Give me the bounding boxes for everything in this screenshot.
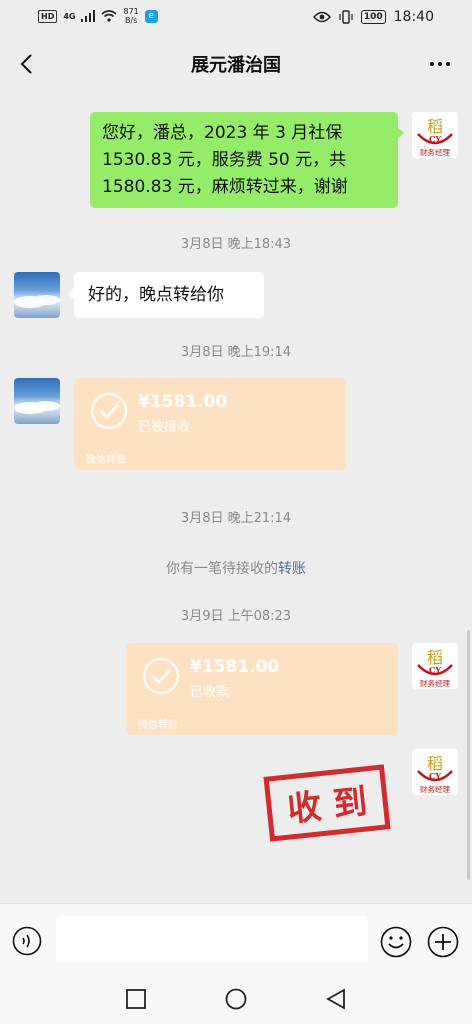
stamp-text: 收 到 xyxy=(286,782,370,830)
sky-image-icon xyxy=(14,401,60,414)
transfer-card-sent[interactable]: ¥1581.00 已收款 微信转账 xyxy=(126,643,398,735)
app-notification-icon: e xyxy=(144,9,158,23)
notice-transfer-link[interactable]: 转账 xyxy=(278,561,306,577)
bubble-tail xyxy=(396,126,404,140)
avatar-label: 财务经理 xyxy=(420,784,450,794)
timestamp: 3月8日 晚上21:14 xyxy=(180,511,292,526)
net-speed: 871 B/s xyxy=(123,7,138,25)
transfer-status: 已被接收 xyxy=(138,420,191,435)
recent-apps-icon[interactable] xyxy=(124,987,148,1011)
cy-logo-letters: CY xyxy=(429,771,441,781)
status-left: HD 4G 871 B/s e xyxy=(38,7,158,25)
transfer-card-received[interactable]: ¥1581.00 已被接收 微信转账 xyxy=(74,378,346,470)
message-line: 您好，潘总，2023 年 3 月社保 xyxy=(102,123,343,143)
plus-icon[interactable] xyxy=(427,926,459,958)
timestamp: 3月8日 晚上18:43 xyxy=(180,237,292,252)
transfer-amount: ¥1581.00 xyxy=(190,657,280,677)
status-time: 18:40 xyxy=(393,9,434,25)
message-bubble-outgoing[interactable]: 您好，潘总，2023 年 3 月社保 1530.83 元，服务费 50 元，共 … xyxy=(90,112,398,208)
input-bar xyxy=(0,903,472,974)
pending-transfer-notice: 你有一笔待接收的转账 xyxy=(0,558,472,578)
avatar-label: 财务经理 xyxy=(420,147,450,157)
net-speed-unit: B/s xyxy=(124,16,138,25)
cy-logo-icon: 稻 CY 财务经理 xyxy=(417,117,453,157)
message-bubble-incoming[interactable]: 好的，晚点转给你 xyxy=(74,272,264,318)
signal-icon xyxy=(81,10,96,22)
avatar-contact[interactable] xyxy=(14,378,60,424)
transfer-status: 已收款 xyxy=(190,685,230,700)
chat-header: 展元潘治国 xyxy=(0,36,472,92)
message-line: 1530.83 元，服务费 50 元，共 xyxy=(102,150,347,170)
check-circle-icon xyxy=(91,393,127,429)
wifi-icon xyxy=(101,10,118,22)
cy-logo-letters: CY xyxy=(429,665,441,675)
eye-icon xyxy=(312,11,331,23)
vibrate-icon xyxy=(339,10,353,24)
back-nav-icon[interactable] xyxy=(324,987,348,1011)
avatar-self[interactable]: 稻 CY 财务经理 xyxy=(412,749,458,795)
message-input[interactable] xyxy=(56,916,368,962)
transfer-amount: ¥1581.00 xyxy=(138,392,228,412)
status-right: 100 18:40 xyxy=(312,9,434,25)
net-speed-value: 871 xyxy=(123,7,139,16)
transfer-footer: 微信转账 xyxy=(138,720,178,731)
chat-title: 展元潘治国 xyxy=(191,55,281,76)
timestamp: 3月9日 上午08:23 xyxy=(180,609,292,624)
scrollbar[interactable] xyxy=(467,630,470,880)
avatar-contact[interactable] xyxy=(14,272,60,318)
cy-logo-icon: 稻 CY 财务经理 xyxy=(417,754,453,794)
battery-indicator: 100 xyxy=(360,10,386,24)
received-stamp-image[interactable]: 收 到 xyxy=(263,764,391,842)
message-line: 1580.83 元，麻烦转过来，谢谢 xyxy=(102,177,348,197)
emoji-icon[interactable] xyxy=(380,926,412,958)
notice-text: 你有一笔待接收的 xyxy=(166,561,278,577)
avatar-self[interactable]: 稻 CY 财务经理 xyxy=(412,643,458,689)
sky-image-icon xyxy=(14,295,60,308)
home-icon[interactable] xyxy=(224,987,248,1011)
system-nav-bar xyxy=(0,973,472,1024)
avatar-label: 财务经理 xyxy=(420,678,450,688)
hd-badge: HD xyxy=(38,9,58,23)
signal-4g-label: 4G xyxy=(63,11,76,21)
cy-logo-letters: CY xyxy=(429,134,441,144)
timestamp: 3月8日 晚上19:14 xyxy=(180,345,292,360)
voice-icon[interactable] xyxy=(12,926,42,956)
check-circle-icon xyxy=(143,658,179,694)
avatar-self[interactable]: 稻 CY 财务经理 xyxy=(412,112,458,158)
more-horizontal-icon[interactable] xyxy=(426,50,454,78)
cy-logo-icon: 稻 CY 财务经理 xyxy=(417,648,453,688)
transfer-footer: 微信转账 xyxy=(86,455,126,466)
status-bar: HD 4G 871 B/s e 100 18:40 xyxy=(0,0,472,36)
